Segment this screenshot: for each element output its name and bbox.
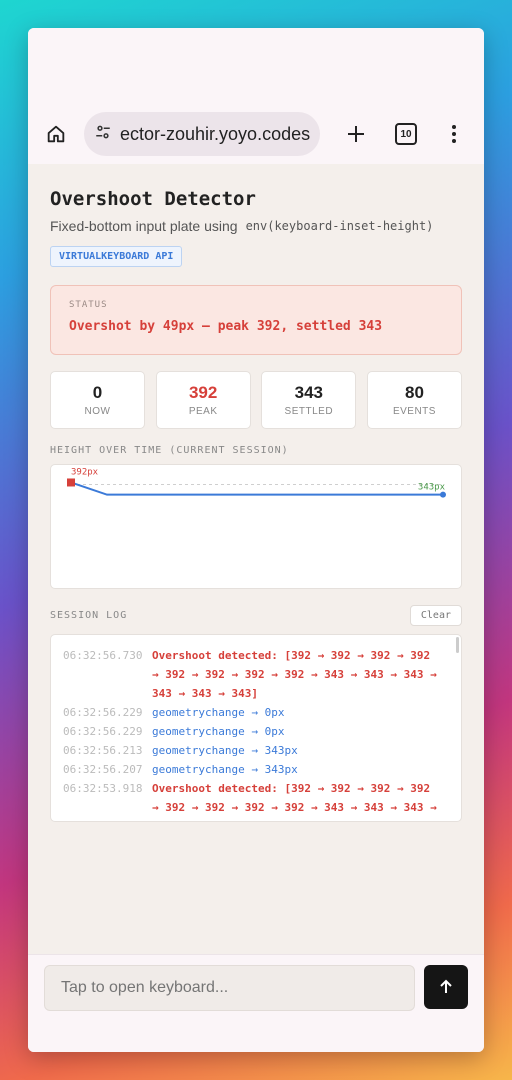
stat-label: PEAK (188, 406, 218, 417)
log-header: SESSION LOG Clear (50, 605, 462, 626)
log-entry: 06:32:56.229 geometrychange → 0px (63, 703, 449, 722)
log-message: geometrychange → 0px (152, 706, 285, 719)
settled-label: 343px (418, 483, 446, 493)
browser-toolbar: ector-zouhir.yoyo.codes 10 (28, 104, 484, 164)
chart-section-label: HEIGHT OVER TIME (CURRENT SESSION) (50, 445, 289, 456)
log-entry: 06:32:56.730 Overshoot detected: [392 → 3… (63, 646, 449, 703)
stat-value: 392 (188, 383, 218, 402)
status-message: Overshot by 49px — peak 392, settled 343 (69, 319, 383, 334)
keyboard-input[interactable] (44, 965, 415, 1011)
log-section-label: SESSION LOG (50, 610, 128, 621)
log-scrollbar[interactable] (456, 637, 459, 653)
height-chart: 392px 343px (50, 464, 462, 589)
stat-label: NOW (84, 406, 111, 417)
status-bar-area (28, 28, 484, 104)
stats-row: 0 NOW 392 PEAK 343 SETTLED 80 EVENTS (50, 371, 462, 429)
log-message: geometrychange → 343px (152, 763, 298, 776)
more-vert-icon[interactable] (440, 120, 468, 148)
stat-value: 0 (92, 383, 103, 402)
status-label: STATUS (69, 300, 108, 310)
page-title: Overshoot Detector (50, 188, 256, 210)
subtitle-text: Fixed-bottom input plate using (50, 218, 238, 234)
log-time: 06:32:56.229 (63, 706, 143, 719)
stat-now: 0 NOW (50, 371, 145, 429)
chart-svg: 392px 343px (67, 467, 446, 498)
log-message: geometrychange → 0px (152, 725, 285, 738)
plus-icon[interactable] (342, 120, 370, 148)
log-time: 06:32:56.207 (63, 763, 143, 776)
subtitle-code: env(keyboard-inset-height) (245, 219, 434, 233)
tune-icon[interactable] (94, 123, 112, 146)
log-entry: 06:32:56.207 geometrychange → 343px (63, 760, 449, 779)
session-log[interactable]: 06:32:56.730 Overshoot detected: [392 → 3… (50, 634, 462, 822)
url-bar[interactable]: ector-zouhir.yoyo.codes (84, 112, 320, 156)
log-time: 06:32:53.918 (63, 782, 143, 795)
url-text: ector-zouhir.yoyo.codes (120, 123, 311, 144)
page-content: Overshoot Detector Fixed-bottom input pl… (28, 164, 484, 822)
stat-value: 343 (294, 383, 323, 402)
log-message: Overshoot detected: [392 → 392 → 392 → 3… (152, 649, 437, 700)
stat-label: EVENTS (392, 406, 436, 417)
send-button[interactable] (424, 965, 468, 1009)
log-message: Overshoot detected: [392 → 392 → 392 → 3… (152, 782, 437, 821)
stat-peak: 392 PEAK (155, 371, 251, 429)
log-entry: 06:32:53.918 Overshoot detected: [392 → 3… (63, 779, 449, 821)
peak-marker (67, 478, 75, 487)
log-entries: 06:32:56.730 Overshoot detected: [392 → 3… (63, 646, 449, 821)
log-entry: 06:32:56.213 geometrychange → 343px (63, 741, 449, 760)
tab-switcher-button[interactable]: 10 (392, 120, 420, 148)
home-icon[interactable] (42, 120, 70, 148)
tab-count: 10 (395, 123, 417, 145)
stat-settled: 343 SETTLED (261, 371, 357, 429)
input-plate (28, 954, 484, 1052)
phone-screen: ector-zouhir.yoyo.codes 10 Overshoot Det… (28, 28, 484, 1052)
log-message: geometrychange → 343px (152, 744, 298, 757)
stat-value: 80 (405, 383, 424, 402)
log-time: 06:32:56.213 (63, 744, 143, 757)
stat-label: SETTLED (284, 406, 334, 417)
page-subtitle: Fixed-bottom input plate using env(keybo… (50, 218, 462, 234)
status-box: STATUS Overshot by 49px — peak 392, sett… (50, 285, 462, 355)
log-time: 06:32:56.730 (63, 649, 143, 662)
log-entry: 06:32:56.229 geometrychange → 0px (63, 722, 449, 741)
log-time: 06:32:56.229 (63, 725, 143, 738)
api-badge: VIRTUALKEYBOARD API (50, 246, 183, 267)
arrow-up-icon (440, 979, 452, 993)
clear-button[interactable]: Clear (409, 605, 462, 626)
peak-label: 392px (71, 467, 99, 477)
stat-events: 80 EVENTS (366, 371, 462, 429)
